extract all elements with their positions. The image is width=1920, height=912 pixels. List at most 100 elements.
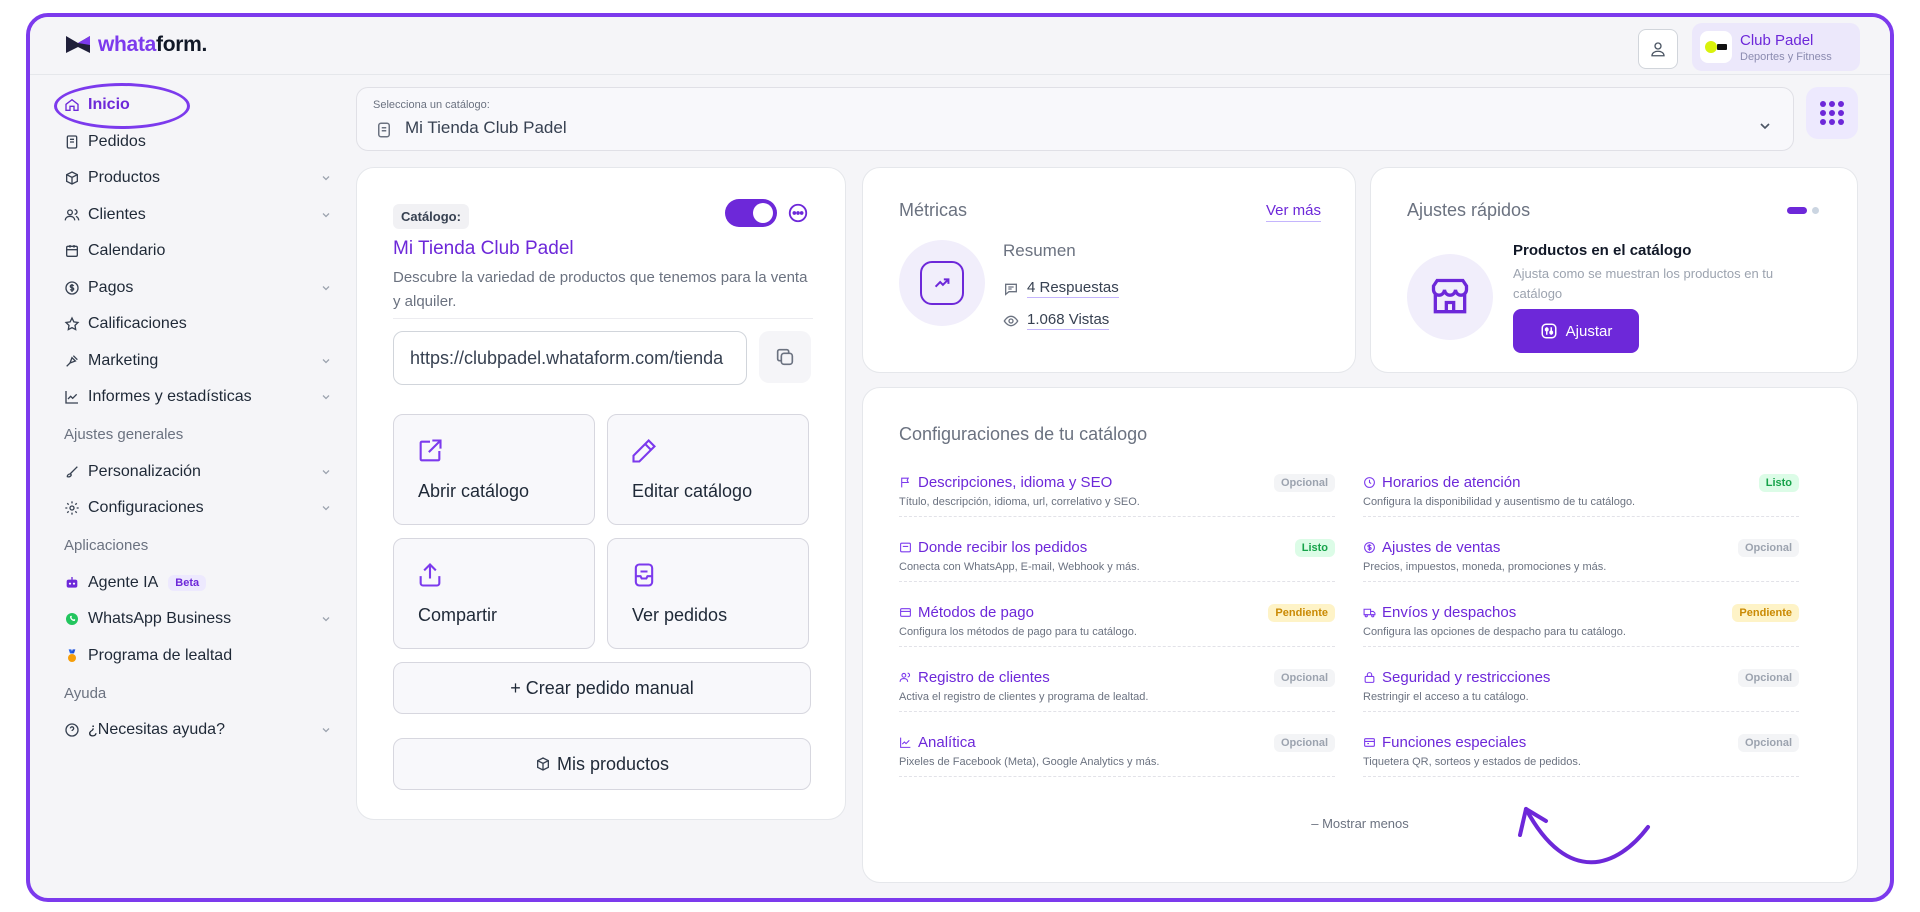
- create-manual-order-button[interactable]: + Crear pedido manual: [393, 662, 811, 714]
- sidebar-item-whatsapp[interactable]: WhatsApp Business: [56, 601, 346, 638]
- config-item-envios[interactable]: Envíos y despachos Configura las opcione…: [1363, 594, 1799, 647]
- chevron-down-icon[interactable]: [320, 613, 332, 625]
- quick-item-description: Ajusta como se muestran los productos en…: [1513, 266, 1774, 301]
- help-icon: [65, 723, 79, 737]
- products-icon: [536, 757, 549, 771]
- open-catalog-button[interactable]: Abrir catálogo: [393, 414, 595, 525]
- views-stat[interactable]: 1.068 Vistas: [1003, 311, 1110, 330]
- status-badge: Listo: [1758, 474, 1799, 492]
- inbox-icon: [900, 542, 911, 553]
- minus-icon: –: [1311, 816, 1323, 831]
- config-item-pedidos[interactable]: Donde recibir los pedidos Conecta con Wh…: [899, 529, 1335, 582]
- config-item-clientes[interactable]: Registro de clientes Activa el registro …: [899, 659, 1335, 712]
- chevron-down-icon[interactable]: [320, 355, 332, 367]
- copy-url-button[interactable]: [759, 331, 811, 383]
- truck-icon: [1363, 608, 1376, 618]
- catalog-title: Mi Tienda Club Padel: [393, 238, 574, 259]
- summary-label: Resumen: [1003, 241, 1076, 260]
- sidebar-item-pedidos[interactable]: Pedidos: [56, 124, 346, 161]
- sidebar-item-informes[interactable]: Informes y estadísticas: [56, 379, 346, 416]
- orders-icon: [66, 135, 78, 149]
- flag-icon: [901, 477, 910, 488]
- share-button[interactable]: Compartir: [393, 538, 595, 649]
- account-logo-icon: [1705, 41, 1727, 53]
- sidebar-item-agente-ia[interactable]: Agente IA Beta: [56, 565, 346, 602]
- catalog-active-toggle[interactable]: [725, 199, 777, 227]
- metrics-card: Métricas Ver más Resumen 4 Respuestas 1.…: [862, 167, 1356, 373]
- status-badge: Listo: [1294, 539, 1335, 557]
- catalog-select-label: Selecciona un catálogo:: [373, 99, 490, 111]
- catalog-url-field[interactable]: https://clubpadel.whataform.com/tienda: [393, 331, 747, 385]
- section-ajustes-generales: Ajustes generales: [64, 426, 184, 443]
- products-icon: [66, 171, 78, 185]
- logo-text: whataform.: [98, 33, 208, 56]
- sidebar-item-calendario[interactable]: Calendario: [56, 233, 346, 270]
- chevron-down-icon[interactable]: [320, 502, 332, 514]
- my-products-button[interactable]: Mis productos: [393, 738, 811, 790]
- sidebar-item-personalizacion[interactable]: Personalización: [56, 454, 346, 491]
- config-item-seo[interactable]: Descripciones, idioma y SEO Título, desc…: [899, 464, 1335, 517]
- chevron-down-icon[interactable]: [320, 466, 332, 478]
- chevron-down-icon[interactable]: [320, 282, 332, 294]
- section-ayuda: Ayuda: [64, 684, 107, 702]
- credit-card-icon: [900, 608, 911, 617]
- chevron-down-icon[interactable]: [320, 391, 332, 403]
- edit-catalog-button[interactable]: Editar catálogo: [607, 414, 809, 525]
- user-icon: [1651, 42, 1665, 57]
- catalog-card: Catálogo: Mi Tienda Club Padel Descubre …: [356, 167, 846, 820]
- ticket-icon: [1364, 738, 1375, 747]
- chevron-down-icon[interactable]: [320, 209, 332, 221]
- catalog-select-value: Mi Tienda Club Padel: [405, 118, 567, 137]
- catalog-description: Descubre la variedad de productos que te…: [393, 269, 808, 310]
- responses-stat[interactable]: 4 Respuestas: [1003, 279, 1119, 298]
- chevron-down-icon[interactable]: [320, 724, 332, 736]
- catalog-config-card: Configuraciones de tu catálogo Descripci…: [862, 387, 1858, 883]
- catalog-select[interactable]: Selecciona un catálogo: Mi Tienda Club P…: [356, 87, 1794, 151]
- user-profile-button[interactable]: [1638, 29, 1678, 69]
- sidebar-item-clientes[interactable]: Clientes: [56, 197, 346, 234]
- config-item-horarios[interactable]: Horarios de atención Configura la dispon…: [1363, 464, 1799, 517]
- chart-icon: [900, 737, 911, 748]
- clock-icon: [1364, 477, 1375, 488]
- config-item-funciones-especiales[interactable]: Funciones especiales Tiquetera QR, sorte…: [1363, 724, 1799, 777]
- status-badge: Opcional: [1273, 474, 1335, 492]
- calendar-icon: [66, 245, 78, 258]
- carousel-indicator[interactable]: [1787, 207, 1819, 214]
- section-aplicaciones: Aplicaciones: [64, 537, 149, 554]
- config-item-seguridad[interactable]: Seguridad y restricciones Restringir el …: [1363, 659, 1799, 712]
- status-badge: Opcional: [1273, 669, 1335, 687]
- sidebar-item-inicio[interactable]: Inicio: [54, 83, 346, 129]
- trend-icon: [934, 278, 950, 288]
- quick-settings-card: Ajustes rápidos Productos en el catálogo…: [1370, 167, 1858, 373]
- sidebar-item-configuraciones[interactable]: Configuraciones: [56, 490, 346, 527]
- sidebar-item-pagos[interactable]: Pagos: [56, 270, 346, 307]
- sidebar-item-marketing[interactable]: Marketing: [56, 343, 346, 380]
- apps-menu-button[interactable]: [1806, 87, 1858, 139]
- copy-icon: [776, 348, 794, 366]
- config-item-pago[interactable]: Métodos de pago Configura los métodos de…: [899, 594, 1335, 647]
- status-badge: Pendiente: [1268, 604, 1335, 622]
- share-icon: [419, 563, 441, 587]
- more-options-icon[interactable]: [787, 202, 809, 224]
- show-less-button[interactable]: – Mostrar menos: [863, 816, 1857, 831]
- view-orders-button[interactable]: Ver pedidos: [607, 538, 809, 649]
- users-icon: [899, 672, 911, 682]
- clients-icon: [64, 208, 80, 221]
- status-badge: Opcional: [1737, 539, 1799, 557]
- whatsapp-icon: [66, 613, 78, 626]
- apps-grid-icon: [1820, 101, 1844, 125]
- gear-icon: [65, 501, 79, 515]
- adjust-button[interactable]: Ajustar: [1513, 309, 1639, 353]
- chevron-down-icon[interactable]: [320, 172, 332, 184]
- see-more-link[interactable]: Ver más: [1265, 202, 1321, 222]
- sidebar-item-ayuda[interactable]: ¿Necesitas ayuda?: [56, 712, 346, 749]
- config-item-analitica[interactable]: Analítica Pixeles de Facebook (Meta), Go…: [899, 724, 1335, 777]
- account-category: Deportes y Fitness: [1740, 50, 1832, 63]
- app-frame: whataform. Club Padel Deportes y Fitness…: [26, 13, 1894, 902]
- logo[interactable]: whataform.: [64, 33, 207, 57]
- sidebar-item-calificaciones[interactable]: Calificaciones: [56, 306, 346, 343]
- config-item-ventas[interactable]: Ajustes de ventas Precios, impuestos, mo…: [1363, 529, 1799, 582]
- sidebar-item-productos[interactable]: Productos: [56, 160, 346, 197]
- account-switcher[interactable]: Club Padel Deportes y Fitness: [1692, 23, 1860, 71]
- sidebar-item-programa-lealtad[interactable]: Programa de lealtad: [56, 638, 346, 675]
